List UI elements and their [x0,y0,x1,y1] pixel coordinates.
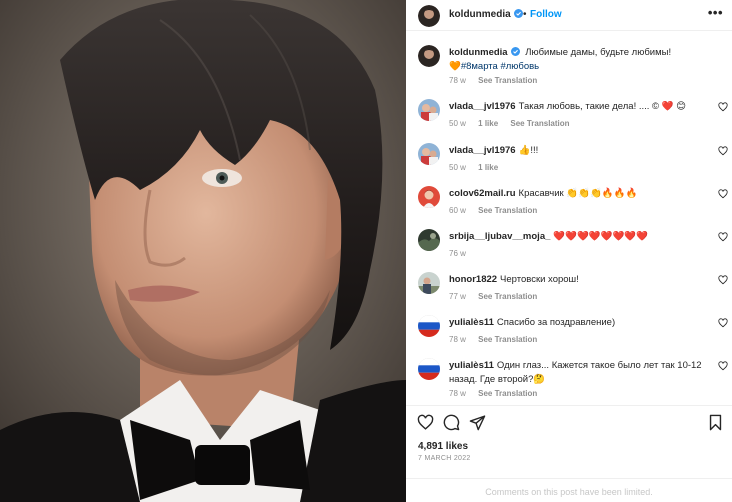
comment-meta: 60 w See Translation [449,206,547,215]
avatar[interactable] [418,272,440,294]
avatar[interactable] [418,186,440,208]
separator-dot: • [523,9,527,20]
comment-text: Красавчик 👏👏👏🔥🔥🔥 [518,188,638,199]
comments-list[interactable]: koldunmedia Любимые дамы, будьте любимы!… [406,31,732,405]
comments-limited-notice: Comments on this post have been limited. [406,478,732,502]
portrait-image [0,0,406,502]
comment-text: 👍!!! [518,145,539,156]
comment-icon[interactable] [443,414,460,431]
comment-time[interactable]: 50 w [449,163,466,172]
comment-username[interactable]: yulialès11 [449,317,494,328]
comment-time[interactable]: 78 w [449,389,466,398]
comment-meta: 77 w See Translation [449,292,547,301]
verified-badge-icon [513,9,523,18]
heart-icon[interactable] [718,361,728,371]
caption-username[interactable]: koldunmedia [449,47,520,58]
likes-count[interactable]: 4,891 likes [418,441,468,452]
comment-meta: 50 w 1 like [449,163,508,172]
see-translation-link[interactable]: See Translation [478,76,537,85]
post-date[interactable]: 7 MARCH 2022 [418,455,471,462]
comment-time[interactable]: 50 w [449,119,466,128]
comment-likes[interactable]: 1 like [478,163,498,172]
heart-icon[interactable] [718,232,728,242]
verified-badge-icon [510,47,520,56]
heart-icon[interactable] [718,318,728,328]
see-translation-link[interactable]: See Translation [478,206,537,215]
bookmark-icon[interactable] [707,414,724,431]
comment-username[interactable]: vlada__jvl1976 [449,101,516,112]
comment-text: Чертовски хорош! [500,274,579,285]
avatar[interactable] [418,99,440,121]
see-translation-link[interactable]: See Translation [478,292,537,301]
avatar[interactable] [418,315,440,337]
caption-time[interactable]: 78 w [449,76,466,85]
comment-username[interactable]: colov62mail.ru [449,188,516,199]
comment-time[interactable]: 77 w [449,292,466,301]
comment-meta: 78 w See Translation [449,389,547,398]
post-header: koldunmedia • Follow ••• [406,0,732,31]
see-translation-link[interactable]: See Translation [510,119,569,128]
comment-username[interactable]: srbija__ljubav__moja_ [449,231,550,242]
see-translation-link[interactable]: See Translation [478,335,537,344]
heart-icon[interactable] [718,189,728,199]
caption-hashtags[interactable]: 🧡#8марта #любовь [449,61,539,72]
avatar[interactable] [418,229,440,251]
avatar[interactable] [418,143,440,165]
caption-text: koldunmedia Любимые дамы, будьте любимы!… [449,46,707,74]
comment-text: ❤️❤️❤️❤️❤️❤️❤️❤️ [553,231,649,242]
comment-meta: 76 w [449,249,476,258]
see-translation-link[interactable]: See Translation [478,389,537,398]
comment-time[interactable]: 60 w [449,206,466,215]
follow-button[interactable]: Follow [530,9,562,20]
share-icon[interactable] [469,414,486,431]
comment-text: Спасибо за поздравление) [496,317,616,328]
caption-body: Любимые дамы, будьте любимы! [525,47,672,58]
comment-username[interactable]: honor1822 [449,274,497,285]
avatar[interactable] [418,5,440,27]
comment-username[interactable]: vlada__jvl1976 [449,145,516,156]
post-panel: koldunmedia • Follow ••• koldunmedia Люб… [406,0,732,502]
comment-meta: 78 w See Translation [449,335,547,344]
comment-time[interactable]: 76 w [449,249,466,258]
comment-text: Такая любовь, такие дела! .... © ❤️ 😊 [518,101,687,112]
heart-icon[interactable] [718,102,728,112]
more-options-icon[interactable]: ••• [708,5,723,20]
heart-icon[interactable] [417,414,434,431]
comment-time[interactable]: 78 w [449,335,466,344]
avatar[interactable] [418,45,440,67]
comment-username[interactable]: yulialès11 [449,360,494,371]
action-bar: 4,891 likes 7 MARCH 2022 Comments on thi… [406,405,732,502]
post-photo[interactable] [0,0,406,502]
heart-icon[interactable] [718,275,728,285]
comment-likes[interactable]: 1 like [478,119,498,128]
post-username[interactable]: koldunmedia [449,9,523,20]
caption-meta: 78 w See Translation [449,76,547,85]
heart-icon[interactable] [718,146,728,156]
avatar[interactable] [418,358,440,380]
comment-meta: 50 w 1 like See Translation [449,119,580,128]
